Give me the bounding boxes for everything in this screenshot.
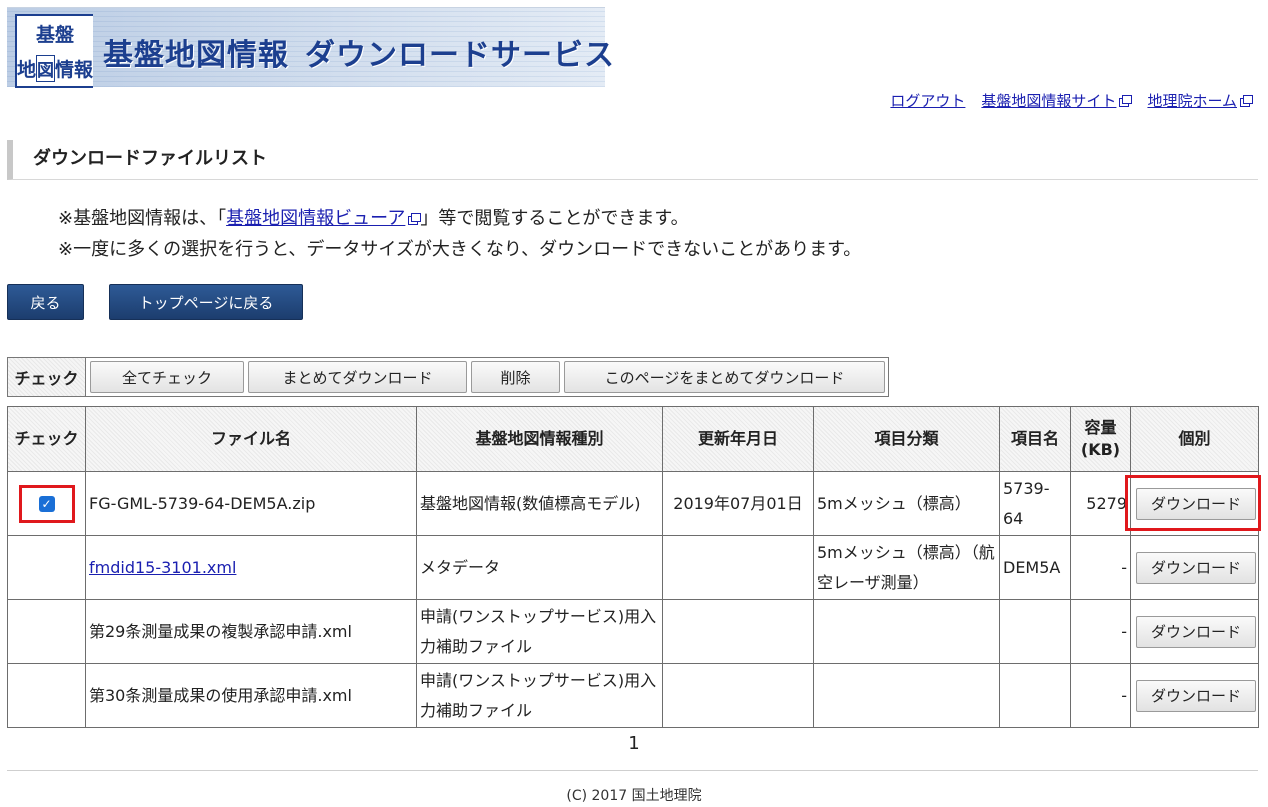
file-name-cell: fmdid15-3101.xml (85, 535, 417, 600)
category-cell (813, 663, 1000, 728)
footer-divider (7, 770, 1258, 771)
banner-title: 基盤地図情報 ダウンロードサービス (103, 30, 615, 74)
delete-button[interactable]: 削除 (471, 361, 560, 393)
item-cell (999, 663, 1071, 728)
kind-cell: 申請(ワンストップサービス)用入力補助ファイル (416, 663, 663, 728)
note-text: ※基盤地図情報は、「 (58, 208, 227, 229)
download-cell: ダウンロード (1130, 663, 1259, 728)
action-bar: チェック 全てチェック まとめてダウンロード 削除 このページをまとめてダウンロ… (7, 357, 889, 397)
header-size-label: 容量 (1084, 418, 1117, 437)
back-button[interactable]: 戻る (7, 284, 84, 320)
file-name: 第30条測量成果の使用承認申請.xml (85, 663, 417, 728)
item-cell: 5739-64 (999, 471, 1071, 536)
check-all-button[interactable]: 全てチェック (90, 361, 244, 393)
logo-char: 図 (36, 55, 56, 82)
external-link-icon (1240, 95, 1253, 107)
header-size-unit: (KB) (1080, 440, 1121, 459)
download-cell: ダウンロード (1130, 535, 1259, 600)
kind-cell: 申請(ワンストップサービス)用入力補助ファイル (416, 599, 663, 664)
header-individual: 個別 (1130, 406, 1259, 472)
download-button[interactable]: ダウンロード (1136, 679, 1256, 712)
item-cell (999, 599, 1071, 664)
header-size: 容量 (KB) (1070, 406, 1131, 472)
date-cell (662, 663, 814, 728)
gsi-home-label: 地理院ホーム (1147, 92, 1237, 110)
action-bar-label: チェック (8, 358, 86, 396)
file-table: チェック ファイル名 基盤地図情報種別 更新年月日 項目分類 項目名 容量 (KB… (7, 406, 1259, 728)
footer-copyright: (C) 2017 国土地理院 (566, 788, 702, 804)
logout-link[interactable]: ログアウト (890, 90, 965, 111)
category-cell: 5mメッシュ（標高） (813, 471, 1000, 536)
file-name: FG-GML-5739-64-DEM5A.zip (85, 471, 417, 536)
banner-title-main: 基盤地図情報 (103, 38, 289, 73)
row-checkbox[interactable]: ✓ (38, 495, 55, 512)
note-line-1: ※基盤地図情報は、「基盤地図情報ビューア 」等で閲覧することができます。 (58, 203, 861, 234)
top-links: ログアウト 基盤地図情報サイト 地理院ホーム (890, 90, 1253, 111)
top-page-button[interactable]: トップページに戻る (109, 284, 303, 320)
kiban-site-label: 基盤地図情報サイト (981, 92, 1117, 110)
logo-cell: 地 図 (17, 51, 56, 86)
logo-cell: 基 (17, 16, 56, 51)
logo-cell: 情 報 (55, 51, 94, 86)
viewer-link[interactable]: 基盤地図情報ビューア (226, 208, 422, 229)
logout-label: ログアウト (890, 92, 966, 110)
logo-cell: 盤 (55, 16, 94, 51)
section-title: ダウンロードファイルリスト (7, 140, 1258, 180)
file-name: 第29条測量成果の複製承認申請.xml (85, 599, 417, 664)
download-highlight (1125, 475, 1261, 531)
check-cell (7, 535, 86, 600)
size-cell: 5279 (1070, 471, 1131, 536)
page-bulk-download-button[interactable]: このページをまとめてダウンロード (564, 361, 885, 393)
note-text: 」等で閲覧することができます。 (420, 208, 689, 229)
external-link-icon (1119, 95, 1133, 107)
download-cell: ダウンロード (1130, 599, 1259, 664)
logo-char: 基 (36, 24, 56, 46)
table-row: 第30条測量成果の使用承認申請.xml 申請(ワンストップサービス)用入力補助フ… (7, 663, 1259, 728)
notes: ※基盤地図情報は、「基盤地図情報ビューア 」等で閲覧することができます。 ※一度に… (58, 203, 861, 265)
table-header-row: チェック ファイル名 基盤地図情報種別 更新年月日 項目分類 項目名 容量 (KB… (7, 406, 1259, 472)
header-check: チェック (7, 406, 86, 472)
logo-char: 情 (55, 59, 75, 81)
kind-cell: メタデータ (416, 535, 663, 600)
pager: 1 (0, 733, 1268, 754)
external-link-icon (408, 213, 422, 225)
size-cell: - (1070, 535, 1131, 600)
check-cell (7, 599, 86, 664)
category-cell (813, 599, 1000, 664)
table-row: fmdid15-3101.xml メタデータ 5mメッシュ（標高）（航空レーザ測… (7, 535, 1259, 600)
date-cell (662, 599, 814, 664)
gsi-home-link[interactable]: 地理院ホーム (1147, 90, 1253, 111)
logo-char: 報 (74, 59, 94, 81)
logo-char: 地 (17, 59, 37, 81)
bulk-download-button[interactable]: まとめてダウンロード (248, 361, 467, 393)
page-number[interactable]: 1 (628, 733, 639, 754)
header-date: 更新年月日 (662, 406, 814, 472)
kiban-site-link[interactable]: 基盤地図情報サイト (981, 90, 1133, 111)
viewer-link-label: 基盤地図情報ビューア (226, 208, 406, 229)
header-banner: 基 盤 地 図 情 報 基盤地図情報 ダウンロードサービス (7, 7, 614, 88)
check-cell (7, 663, 86, 728)
table-row: ✓ FG-GML-5739-64-DEM5A.zip 基盤地図情報(数値標高モデ… (7, 471, 1259, 536)
download-button[interactable]: ダウンロード (1136, 615, 1256, 648)
table-row: 第29条測量成果の複製承認申請.xml 申請(ワンストップサービス)用入力補助フ… (7, 599, 1259, 664)
check-cell: ✓ (7, 471, 86, 536)
checkbox-highlight: ✓ (18, 484, 75, 523)
date-cell: 2019年07月01日 (662, 471, 814, 536)
header-kind: 基盤地図情報種別 (416, 406, 663, 472)
header-category: 項目分類 (813, 406, 1000, 472)
file-link[interactable]: fmdid15-3101.xml (89, 558, 236, 577)
logo: 基 盤 地 図 情 報 (15, 14, 94, 88)
banner-title-sub: ダウンロードサービス (305, 38, 615, 73)
kind-cell: 基盤地図情報(数値標高モデル) (416, 471, 663, 536)
size-cell: - (1070, 663, 1131, 728)
size-cell: - (1070, 599, 1131, 664)
note-line-2: ※一度に多くの選択を行うと、データサイズが大きくなり、ダウンロードできないことが… (58, 239, 862, 260)
download-button[interactable]: ダウンロード (1136, 551, 1256, 584)
date-cell (662, 535, 814, 600)
item-cell: DEM5A (999, 535, 1071, 600)
logo-char: 盤 (55, 24, 75, 46)
header-file: ファイル名 (85, 406, 417, 472)
header-item: 項目名 (999, 406, 1071, 472)
category-cell: 5mメッシュ（標高）（航空レーザ測量） (813, 535, 1000, 600)
